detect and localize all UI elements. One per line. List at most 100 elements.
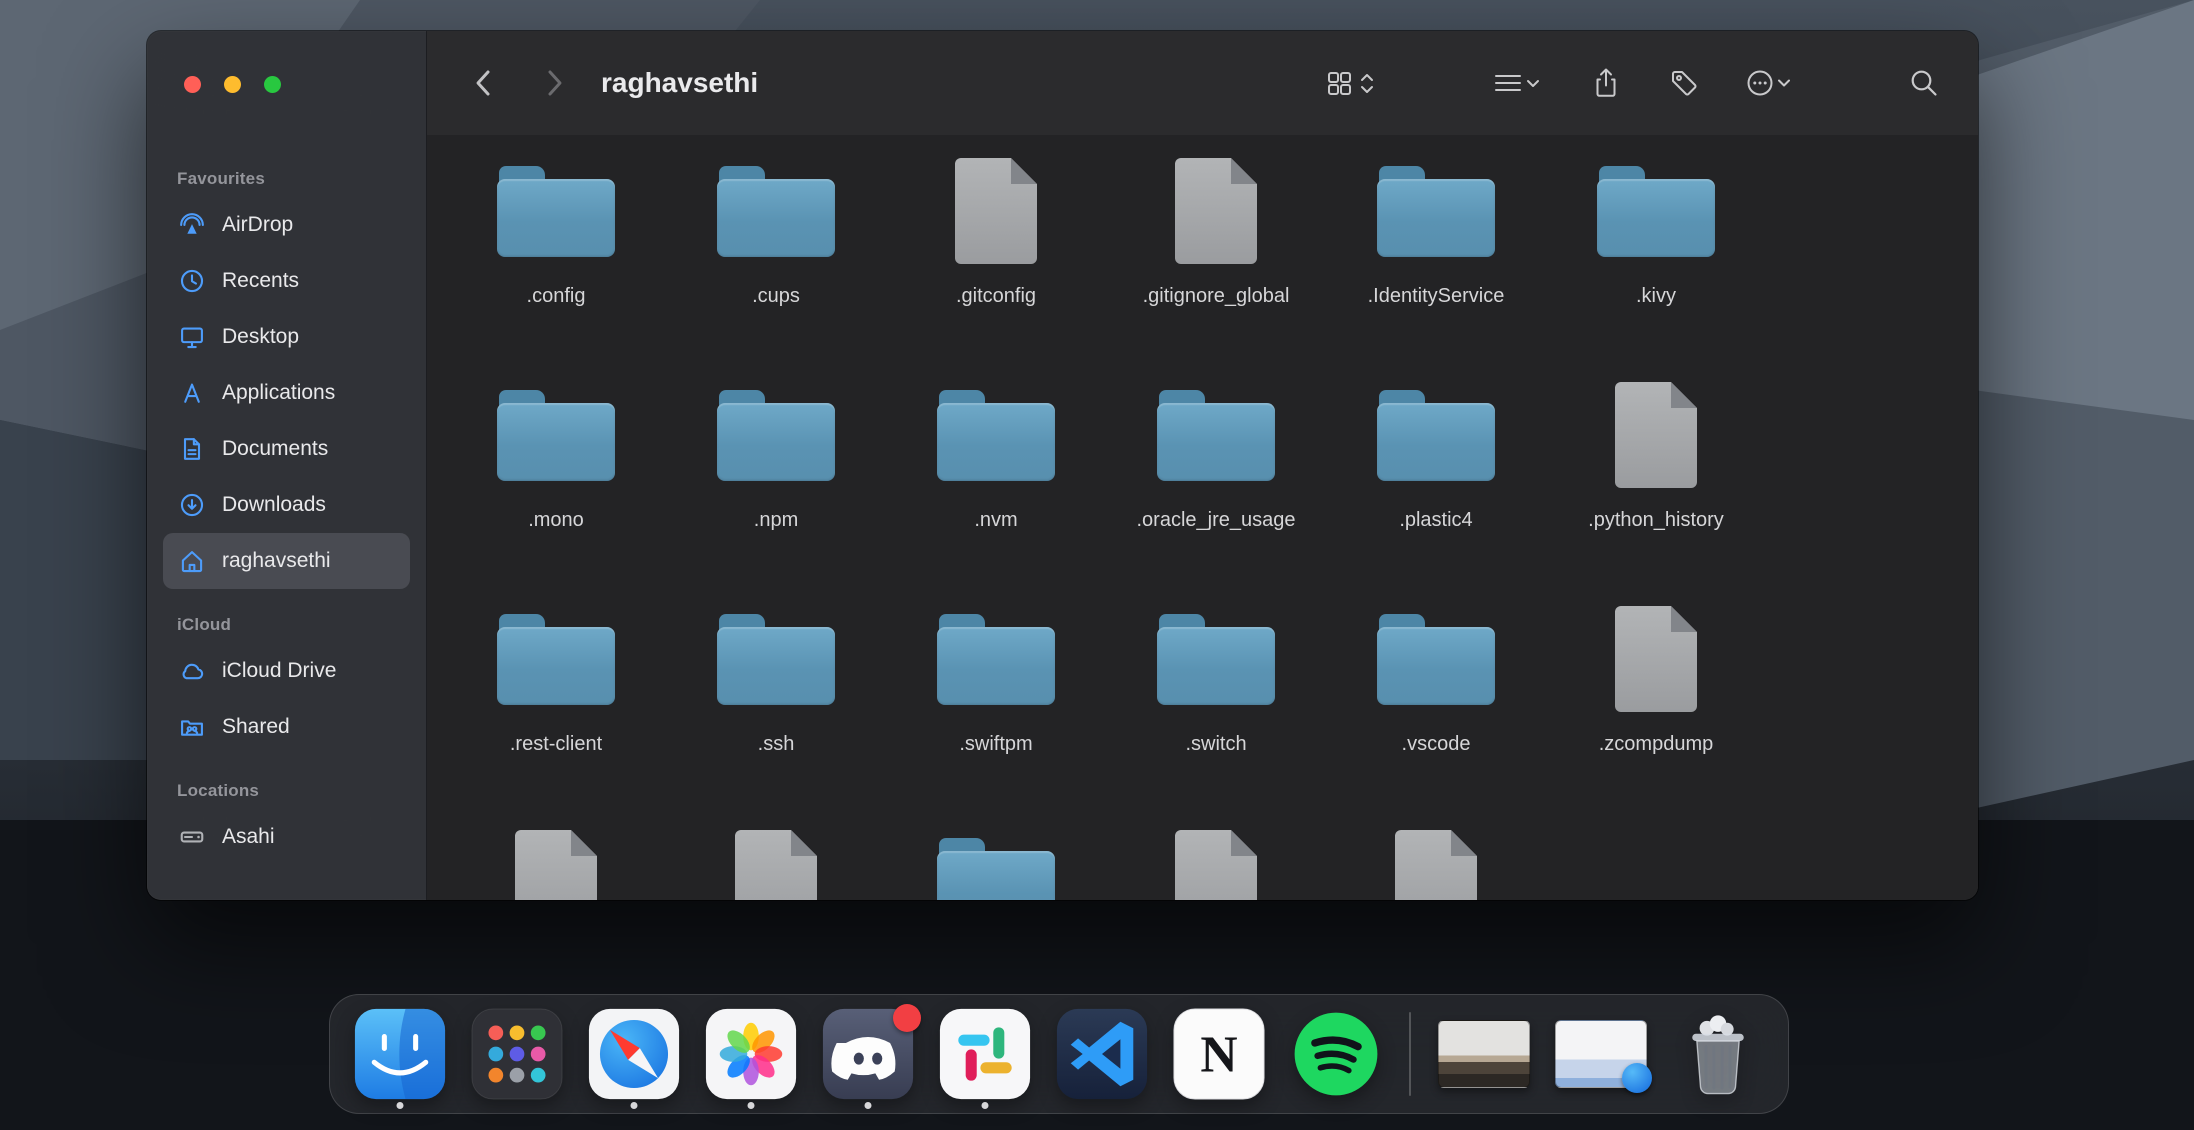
sidebar-item-asahi[interactable]: Asahi bbox=[163, 809, 410, 865]
file-item[interactable]: .mono bbox=[446, 373, 666, 597]
file-label: .IdentityService bbox=[1368, 285, 1505, 308]
sidebar-item-label: raghavsethi bbox=[222, 549, 331, 573]
file-item[interactable]: .swiftpm bbox=[886, 597, 1106, 821]
dock-slack[interactable] bbox=[939, 994, 1031, 1114]
file-item[interactable] bbox=[446, 821, 666, 900]
tag-icon[interactable] bbox=[1668, 67, 1700, 99]
file-item[interactable] bbox=[666, 821, 886, 900]
folder-icon bbox=[717, 179, 835, 257]
dock-discord[interactable] bbox=[822, 994, 914, 1114]
minimized-window-1[interactable] bbox=[1438, 994, 1530, 1114]
file-label: .ssh bbox=[758, 733, 795, 756]
folder-icon bbox=[717, 403, 835, 481]
dock-notion[interactable]: N bbox=[1173, 994, 1265, 1114]
sidebar-item-desktop[interactable]: Desktop bbox=[163, 309, 410, 365]
running-indicator bbox=[748, 1102, 755, 1109]
sidebar-item-applications[interactable]: Applications bbox=[163, 365, 410, 421]
photos-icon bbox=[705, 1008, 797, 1100]
file-icon bbox=[1615, 606, 1697, 712]
sidebar-item-documents[interactable]: Documents bbox=[163, 421, 410, 477]
sidebar-item-label: iCloud Drive bbox=[222, 659, 336, 683]
file-item[interactable]: .npm bbox=[666, 373, 886, 597]
dock-separator bbox=[1409, 1012, 1411, 1096]
sidebar: Favourites AirDrop Recents Desktop bbox=[147, 31, 427, 900]
file-icon bbox=[1175, 158, 1257, 264]
safari-icon bbox=[588, 1008, 680, 1100]
file-item[interactable]: .config bbox=[446, 149, 666, 373]
sidebar-item-downloads[interactable]: Downloads bbox=[163, 477, 410, 533]
folder-icon bbox=[1377, 179, 1495, 257]
dock-spotify[interactable] bbox=[1290, 994, 1382, 1114]
sidebar-item-shared[interactable]: Shared bbox=[163, 699, 410, 755]
disk-icon bbox=[177, 822, 207, 852]
file-item[interactable]: .oracle_jre_usage bbox=[1106, 373, 1326, 597]
file-item[interactable]: .gitconfig bbox=[886, 149, 1106, 373]
dock-vscode[interactable] bbox=[1056, 994, 1148, 1114]
file-icon bbox=[1395, 830, 1477, 900]
file-label: .switch bbox=[1185, 733, 1246, 756]
folder-icon bbox=[1157, 627, 1275, 705]
folder-icon bbox=[1597, 179, 1715, 257]
svg-text:N: N bbox=[1200, 1026, 1237, 1083]
dock-launchpad[interactable] bbox=[471, 994, 563, 1114]
file-icon bbox=[515, 830, 597, 900]
file-item[interactable]: .gitignore_global bbox=[1106, 149, 1326, 373]
finder-icon bbox=[354, 1008, 446, 1100]
file-item[interactable] bbox=[1106, 821, 1326, 900]
dock-photos[interactable] bbox=[705, 994, 797, 1114]
file-item[interactable] bbox=[886, 821, 1106, 900]
clock-icon bbox=[177, 266, 207, 296]
dock-finder[interactable] bbox=[354, 994, 446, 1114]
minimized-window-2[interactable] bbox=[1555, 994, 1647, 1114]
view-options-button[interactable] bbox=[1324, 67, 1380, 99]
file-item[interactable]: .switch bbox=[1106, 597, 1326, 821]
file-item[interactable]: .vscode bbox=[1326, 597, 1546, 821]
forward-button[interactable] bbox=[539, 65, 569, 101]
file-icon bbox=[1175, 830, 1257, 900]
folder-icon bbox=[937, 403, 1055, 481]
file-label: .swiftpm bbox=[959, 733, 1032, 756]
file-item[interactable]: .plastic4 bbox=[1326, 373, 1546, 597]
zoom-button[interactable] bbox=[264, 76, 281, 93]
home-icon bbox=[177, 546, 207, 576]
launchpad-icon bbox=[471, 1008, 563, 1100]
file-item[interactable]: .nvm bbox=[886, 373, 1106, 597]
file-item[interactable]: .IdentityService bbox=[1326, 149, 1546, 373]
toolbar: raghavsethi bbox=[427, 31, 1978, 136]
notion-icon: N bbox=[1173, 1008, 1265, 1100]
dock-trash[interactable] bbox=[1672, 994, 1764, 1114]
file-item[interactable]: .zcompdump bbox=[1546, 597, 1766, 821]
search-icon[interactable] bbox=[1908, 67, 1940, 99]
desktop-icon bbox=[177, 322, 207, 352]
sidebar-header-favourites: Favourites bbox=[177, 169, 426, 189]
back-button[interactable] bbox=[469, 65, 499, 101]
file-item[interactable]: .python_history bbox=[1546, 373, 1766, 597]
trash-icon bbox=[1672, 1008, 1764, 1100]
sidebar-item-label: Documents bbox=[222, 437, 328, 461]
window-title: raghavsethi bbox=[601, 67, 758, 99]
finder-window: Favourites AirDrop Recents Desktop bbox=[147, 31, 1978, 900]
sidebar-item-recents[interactable]: Recents bbox=[163, 253, 410, 309]
close-button[interactable] bbox=[184, 76, 201, 93]
group-by-button[interactable] bbox=[1490, 67, 1544, 99]
file-item[interactable]: .rest-client bbox=[446, 597, 666, 821]
file-item[interactable]: .ssh bbox=[666, 597, 886, 821]
file-item[interactable]: .kivy bbox=[1546, 149, 1766, 373]
file-label: .python_history bbox=[1588, 509, 1724, 532]
minimize-button[interactable] bbox=[224, 76, 241, 93]
traffic-lights bbox=[184, 76, 281, 93]
file-label: .oracle_jre_usage bbox=[1137, 509, 1296, 532]
file-item[interactable] bbox=[1326, 821, 1546, 900]
dock-safari[interactable] bbox=[588, 994, 680, 1114]
more-actions-button[interactable] bbox=[1746, 67, 1792, 99]
file-label: .npm bbox=[754, 509, 798, 532]
file-label: .vscode bbox=[1402, 733, 1471, 756]
folder-icon bbox=[497, 179, 615, 257]
file-item[interactable]: .cups bbox=[666, 149, 886, 373]
sidebar-item-label: AirDrop bbox=[222, 213, 293, 237]
sidebar-item-icloud-drive[interactable]: iCloud Drive bbox=[163, 643, 410, 699]
sidebar-item-airdrop[interactable]: AirDrop bbox=[163, 197, 410, 253]
sidebar-item-raghavsethi[interactable]: raghavsethi bbox=[163, 533, 410, 589]
spotify-icon bbox=[1290, 1008, 1382, 1100]
share-icon[interactable] bbox=[1590, 66, 1622, 100]
